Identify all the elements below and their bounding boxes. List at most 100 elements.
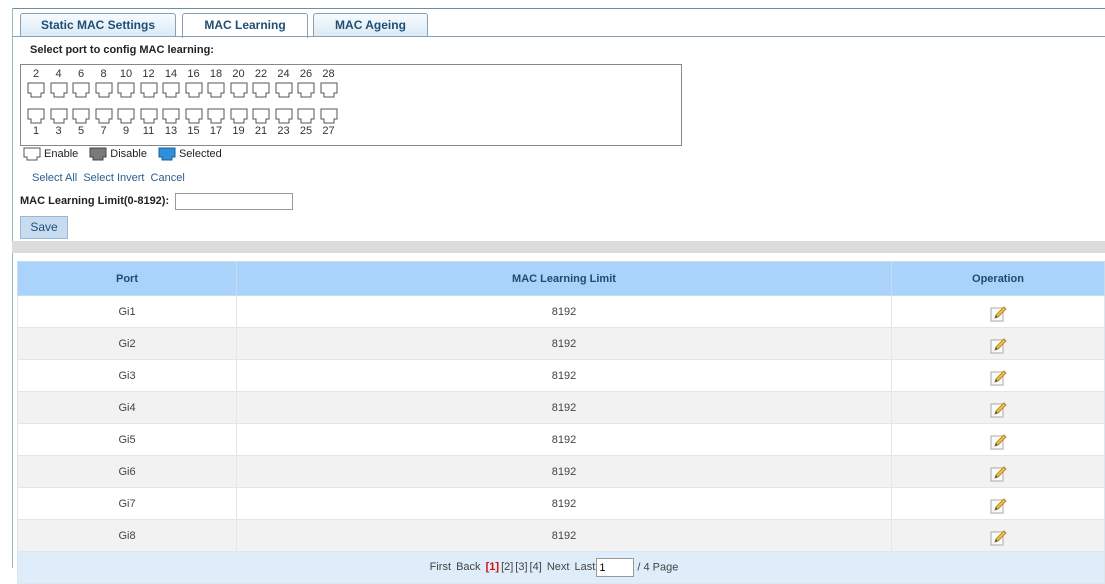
- port-9-icon[interactable]: [116, 108, 136, 124]
- port-28-icon[interactable]: [319, 82, 339, 98]
- panel-border: [12, 36, 1105, 37]
- port-cell: Gi1: [17, 295, 237, 328]
- port-21-icon[interactable]: [251, 108, 271, 124]
- page-link[interactable]: [4]: [530, 561, 542, 573]
- mac-learning-table: Port MAC Learning Limit Operation Gi1 819…: [17, 261, 1105, 584]
- port-number-label: 20: [232, 68, 245, 80]
- port-number-label: 26: [299, 68, 313, 80]
- legend-selected: Selected: [157, 147, 222, 161]
- port-number-label: 5: [77, 125, 85, 137]
- save-button[interactable]: Save: [20, 216, 68, 239]
- edit-icon[interactable]: [989, 369, 1007, 387]
- port-22-icon[interactable]: [251, 82, 271, 98]
- legend-enable: Enable: [22, 147, 78, 161]
- operation-cell: [891, 295, 1105, 328]
- port-15-icon[interactable]: [184, 108, 204, 124]
- port-number-label: 15: [187, 125, 200, 137]
- port-number-label: 6: [77, 68, 85, 80]
- col-header-operation: Operation: [891, 261, 1105, 296]
- pager-total: / 4 Page: [637, 561, 679, 574]
- tab-mac-learning[interactable]: MAC Learning: [182, 13, 308, 38]
- port-25-icon[interactable]: [296, 108, 316, 124]
- port-disabled-icon: [89, 147, 107, 161]
- port-number-label: 18: [209, 68, 223, 80]
- port-number-label: 17: [209, 125, 223, 137]
- table-row: Gi2 8192: [17, 327, 1105, 360]
- table-row: Gi5 8192: [17, 423, 1105, 456]
- port-16-icon[interactable]: [184, 82, 204, 98]
- pager-back[interactable]: Back: [456, 561, 480, 573]
- port-7-icon[interactable]: [94, 108, 114, 124]
- port-19-icon[interactable]: [229, 108, 249, 124]
- tab-static-mac-settings[interactable]: Static MAC Settings: [20, 13, 176, 36]
- port-cell: Gi5: [17, 423, 237, 456]
- port-number-label: 12: [142, 68, 155, 80]
- port-1-icon[interactable]: [26, 108, 46, 124]
- operation-cell: [891, 455, 1105, 488]
- col-header-limit: MAC Learning Limit: [236, 261, 892, 296]
- port-27-icon[interactable]: [319, 108, 339, 124]
- port-4-icon[interactable]: [49, 82, 69, 98]
- port-17-icon[interactable]: [206, 108, 226, 124]
- port-3-icon[interactable]: [49, 108, 69, 124]
- port-18-icon[interactable]: [206, 82, 226, 98]
- legend-disable-label: Disable: [110, 148, 147, 160]
- limit-cell: 8192: [236, 359, 892, 392]
- port-20-icon[interactable]: [229, 82, 249, 98]
- operation-cell: [891, 359, 1105, 392]
- selection-links: Select All Select Invert Cancel: [32, 172, 188, 184]
- limit-cell: 8192: [236, 295, 892, 328]
- edit-icon[interactable]: [989, 433, 1007, 451]
- table-row: Gi3 8192: [17, 359, 1105, 392]
- port-8-icon[interactable]: [94, 82, 114, 98]
- operation-cell: [891, 423, 1105, 456]
- pager-next[interactable]: Next: [547, 561, 570, 573]
- edit-icon[interactable]: [989, 337, 1007, 355]
- col-header-port: Port: [17, 261, 237, 296]
- page-link[interactable]: [1]: [486, 561, 499, 573]
- port-23-icon[interactable]: [274, 108, 294, 124]
- port-5-icon[interactable]: [71, 108, 91, 124]
- port-cell: Gi8: [17, 519, 237, 552]
- edit-icon[interactable]: [989, 465, 1007, 483]
- port-selected-icon: [158, 147, 176, 161]
- port-number-label: 4: [55, 68, 62, 80]
- port-2-icon[interactable]: [26, 82, 46, 98]
- port-number-label: 2: [32, 68, 40, 80]
- port-10-icon[interactable]: [116, 82, 136, 98]
- port-number-label: 10: [119, 68, 133, 80]
- port-13-icon[interactable]: [161, 108, 181, 124]
- port-12-icon[interactable]: [139, 82, 159, 98]
- mac-limit-input[interactable]: [175, 193, 293, 210]
- operation-cell: [891, 391, 1105, 424]
- port-6-icon[interactable]: [71, 82, 91, 98]
- port-24-icon[interactable]: [274, 82, 294, 98]
- page-link[interactable]: [2]: [501, 561, 513, 573]
- pager-first[interactable]: First: [430, 561, 451, 573]
- legend-enable-label: Enable: [44, 148, 79, 160]
- edit-icon[interactable]: [989, 305, 1007, 323]
- port-number-label: 22: [254, 68, 268, 80]
- table-row: Gi7 8192: [17, 487, 1105, 520]
- port-enabled-icon: [23, 147, 41, 161]
- port-26-icon[interactable]: [296, 82, 316, 98]
- tab-mac-ageing[interactable]: MAC Ageing: [313, 13, 428, 36]
- page-link[interactable]: [3]: [515, 561, 527, 573]
- edit-icon[interactable]: [989, 401, 1007, 419]
- port-11-icon[interactable]: [139, 108, 159, 124]
- port-panel: 2 4 6 8 10 12 14 16 18 20 22 24 26 28 1 3 5 7 9 11 13 15 17 19 2…: [20, 64, 682, 146]
- pager-last[interactable]: Last: [575, 561, 596, 573]
- edit-icon[interactable]: [989, 529, 1007, 547]
- port-cell: Gi4: [17, 391, 237, 424]
- port-number-label: 11: [142, 125, 155, 137]
- limit-cell: 8192: [236, 487, 892, 520]
- cancel-link[interactable]: Cancel: [151, 172, 185, 184]
- port-number-label: 14: [164, 68, 178, 80]
- operation-cell: [891, 327, 1105, 360]
- mac-limit-label: MAC Learning Limit(0-8192):: [20, 195, 170, 207]
- select-all-link[interactable]: Select All: [32, 172, 77, 184]
- edit-icon[interactable]: [989, 497, 1007, 515]
- port-14-icon[interactable]: [161, 82, 181, 98]
- section-divider: [12, 241, 1105, 253]
- select-invert-link[interactable]: Select Invert: [83, 172, 144, 184]
